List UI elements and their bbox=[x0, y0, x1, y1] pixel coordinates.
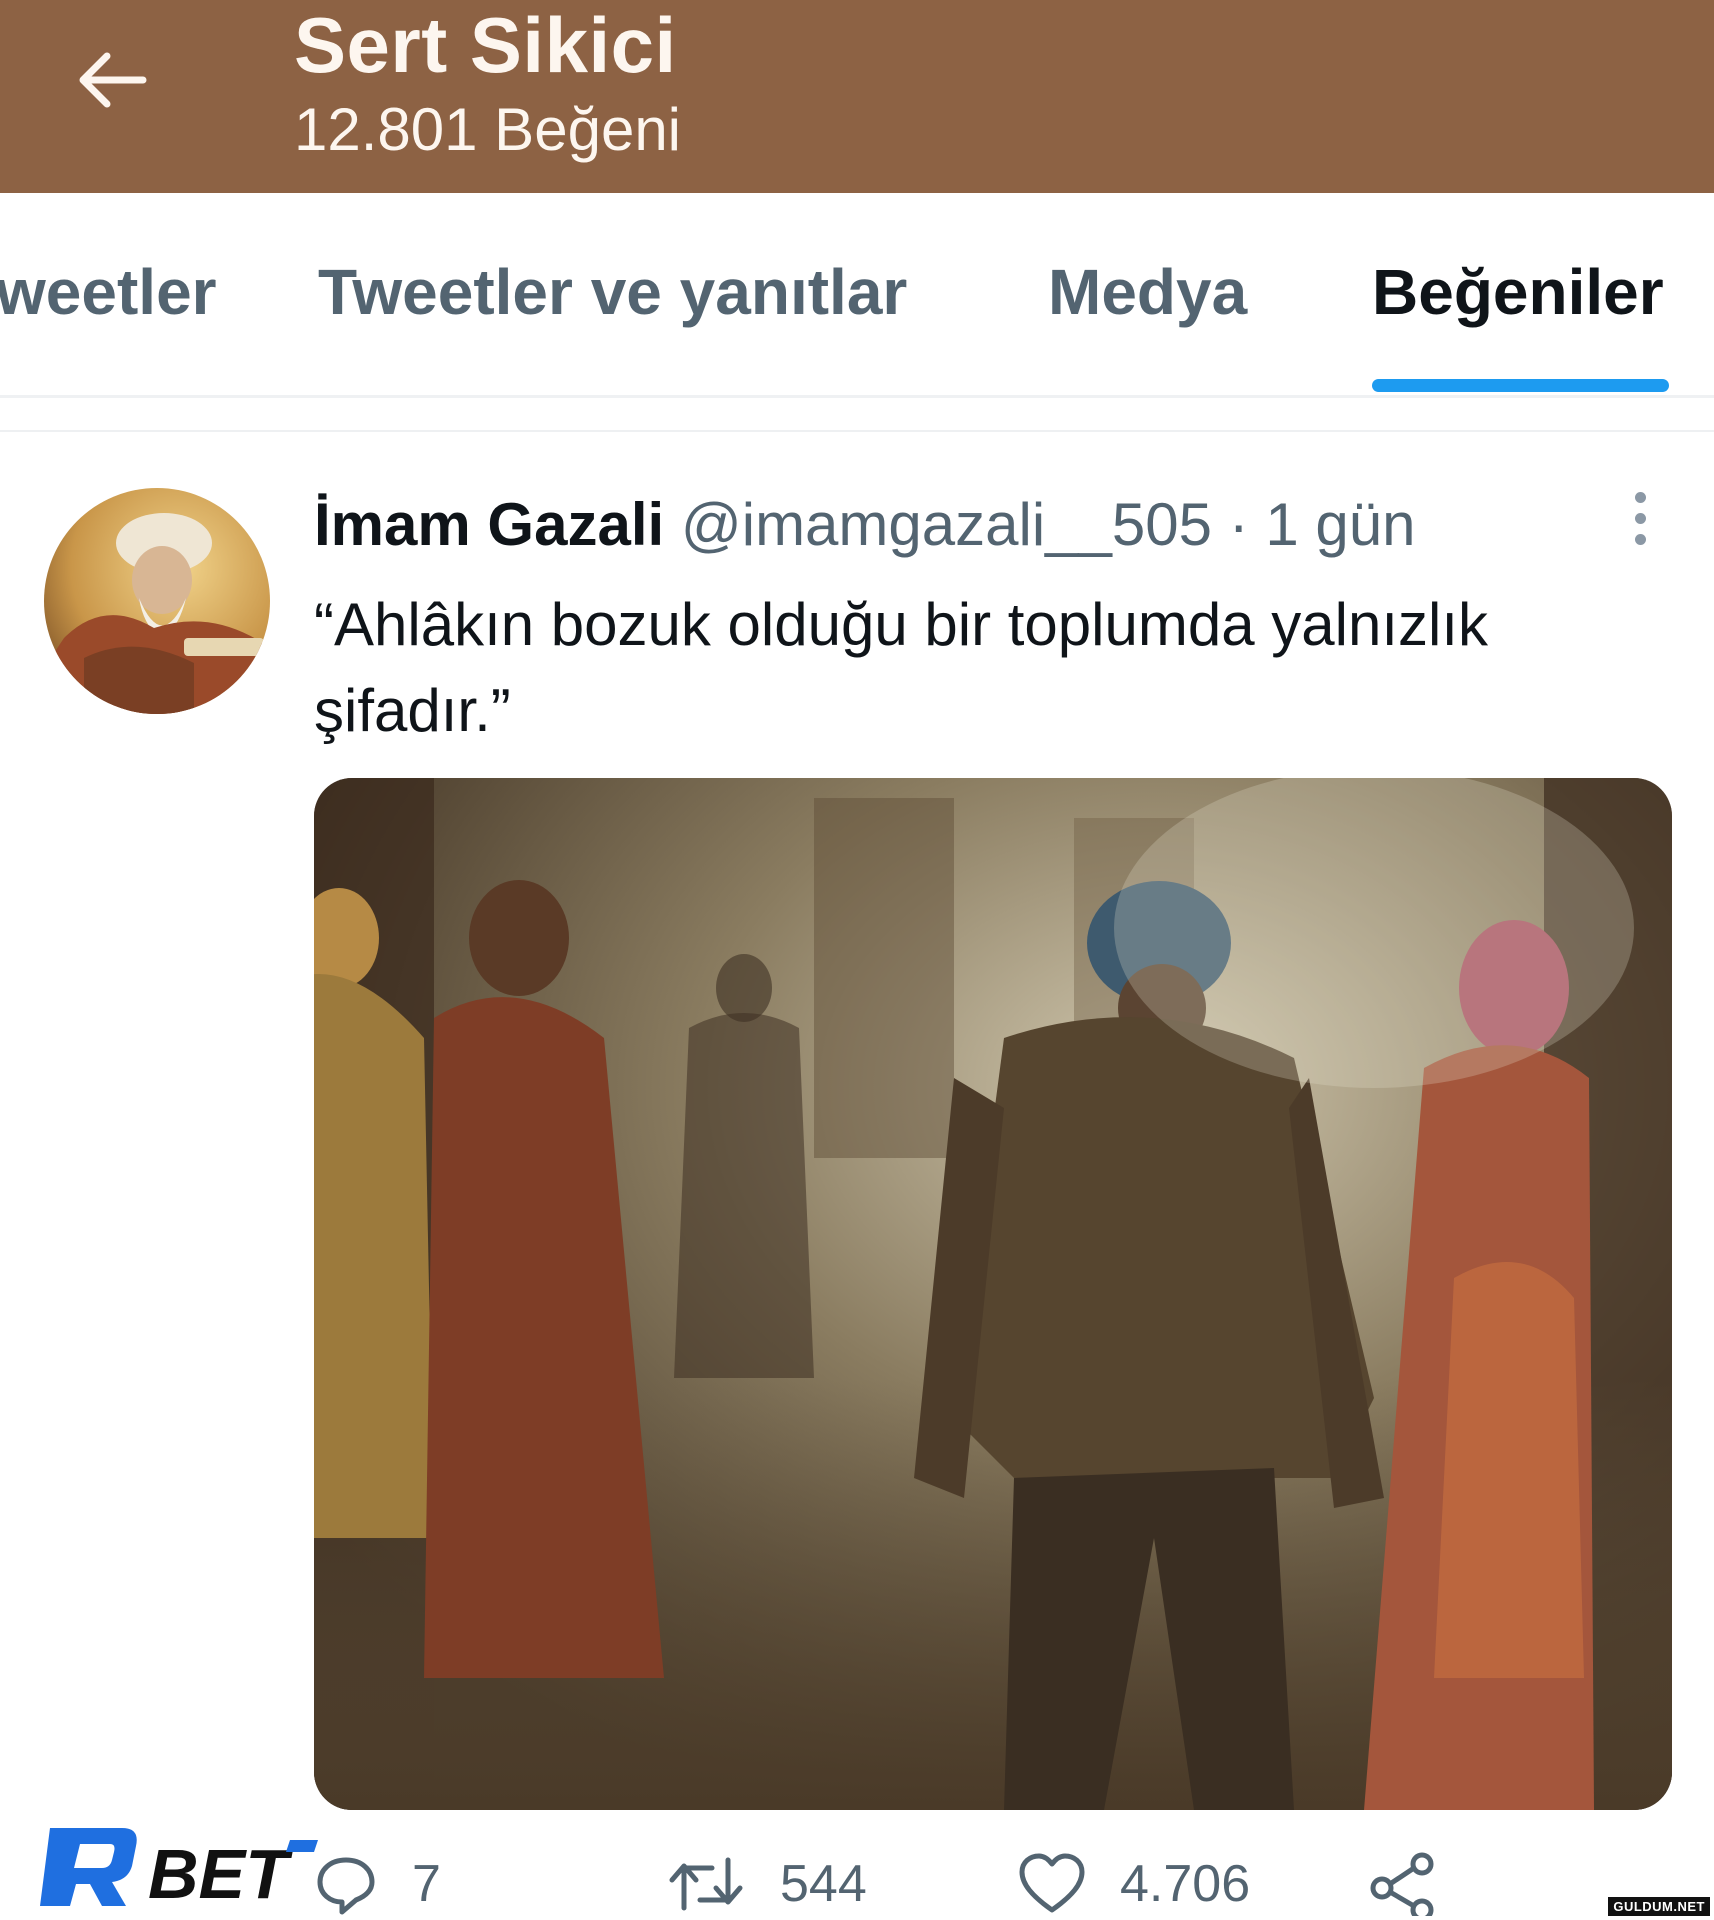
author-name[interactable]: İmam Gazali bbox=[314, 491, 664, 558]
heart-icon bbox=[1019, 1853, 1085, 1913]
rbet-logo: BET bbox=[36, 1822, 326, 1914]
more-dot-icon bbox=[1634, 492, 1646, 503]
tab-likes[interactable]: Beğeniler bbox=[1372, 255, 1664, 329]
svg-text:BET: BET bbox=[148, 1835, 293, 1913]
avatar[interactable] bbox=[44, 488, 270, 714]
tweet-time[interactable]: 1 gün bbox=[1265, 491, 1415, 558]
avatar-image bbox=[44, 488, 270, 714]
more-dot-icon bbox=[1634, 534, 1646, 545]
profile-header: Sert Sikici 12.801 Beğeni bbox=[0, 0, 1714, 193]
tweet-text: “Ahlâkın bozuk olduğu bir toplumda yalnı… bbox=[314, 591, 1488, 744]
back-button[interactable] bbox=[62, 30, 162, 130]
tweet-header: İmam Gazali @imamgazali__505 · 1 gün bbox=[314, 490, 1416, 559]
tweet-media-image[interactable] bbox=[314, 778, 1672, 1810]
tab-media[interactable]: Medya bbox=[1048, 255, 1247, 329]
rbet-logo-image: BET bbox=[40, 1828, 318, 1913]
site-watermark: GULDUM.NET bbox=[1608, 1897, 1710, 1916]
tweet-actions: 7 544 4.706 bbox=[314, 1848, 1674, 1920]
tab-tweets-and-replies[interactable]: Tweetler ve yanıtlar bbox=[318, 255, 907, 329]
profile-tabs: weetler Tweetler ve yanıtlar Medya Beğen… bbox=[0, 193, 1714, 398]
retweet-count: 544 bbox=[780, 1855, 867, 1913]
like-button[interactable]: 4.706 bbox=[1018, 1848, 1250, 1920]
reply-button[interactable]: 7 bbox=[314, 1848, 441, 1920]
tab-tweets[interactable]: weetler bbox=[0, 255, 217, 329]
arrow-left-icon bbox=[79, 52, 147, 108]
author-handle[interactable]: @imamgazali__505 bbox=[681, 491, 1212, 558]
likes-count: 12.801 Beğeni bbox=[294, 96, 682, 163]
more-dot-icon bbox=[1634, 513, 1646, 524]
divider bbox=[0, 430, 1714, 432]
more-options-button[interactable] bbox=[1620, 492, 1660, 552]
share-icon bbox=[1370, 1852, 1434, 1916]
meta-separator: · bbox=[1228, 491, 1249, 558]
retweet-icon bbox=[669, 1857, 743, 1911]
street-scene-image bbox=[314, 778, 1672, 1810]
profile-name: Sert Sikici bbox=[294, 1, 677, 89]
like-count: 4.706 bbox=[1120, 1855, 1251, 1913]
share-button[interactable] bbox=[1368, 1848, 1438, 1920]
active-tab-indicator bbox=[1372, 379, 1669, 392]
retweet-button[interactable]: 544 bbox=[666, 1848, 867, 1920]
reply-count: 7 bbox=[412, 1855, 441, 1913]
